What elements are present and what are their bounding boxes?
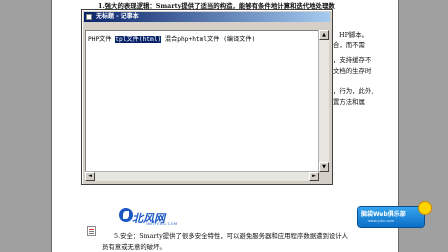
notepad-title: 无标题 - 记事本 xyxy=(96,13,139,20)
editor-text-mixed: 混合php+html文件 (编译文件) xyxy=(161,36,256,43)
doc-line-5: ，支持缓存不 xyxy=(333,56,372,64)
notepad-app-icon xyxy=(86,14,92,20)
notepad-titlebar[interactable]: 无标题 - 记事本 xyxy=(84,12,330,22)
web-club-badge: 脑袋Web俱乐部 www.ycku.com xyxy=(358,201,432,227)
doc-line-3: HP脚本。 xyxy=(339,31,369,39)
notepad-menubar xyxy=(84,22,330,29)
doc-line-9: 5.安全：Smarty提供了很多安全特性，可以避免服务器和应用程序数据遭到设计人 xyxy=(114,232,349,240)
beifeng-logo-icon xyxy=(119,208,133,222)
vertical-scrollbar[interactable]: ▲ ▼ xyxy=(318,30,329,172)
badge-url: www.ycku.com xyxy=(368,219,395,223)
scroll-up-icon[interactable]: ▲ xyxy=(319,30,329,40)
scroll-right-icon[interactable]: ► xyxy=(309,172,319,181)
doc-line-6: 文档的生存时 xyxy=(333,67,372,75)
editor-text-selected: tpl文件(html) xyxy=(115,36,162,43)
notepad-window[interactable]: 无标题 - 记事本 PHP文件 tpl文件(html) 混合php+html文件… xyxy=(81,9,333,185)
doc-line-10: 员有意或无意的破坏。 xyxy=(102,243,166,251)
editor-text-php: PHP文件 xyxy=(88,36,116,43)
doc-line-7: ，行为，此外, xyxy=(333,87,374,95)
scroll-left-icon[interactable]: ◄ xyxy=(85,172,95,181)
doc-icon xyxy=(87,226,96,236)
beifeng-logo-subtext: IBEIFENG.COM xyxy=(146,222,178,226)
badge-title: 脑袋Web俱乐部 xyxy=(361,211,406,218)
notepad-editor[interactable]: PHP文件 tpl文件(html) 混合php+html文件 (编译文件) xyxy=(85,30,319,172)
doc-line-8: 置方法和属 xyxy=(333,98,365,106)
horizontal-scrollbar[interactable]: ◄ ► xyxy=(85,171,319,181)
editor-text-line: PHP文件 tpl文件(html) 混合php+html文件 (编译文件) xyxy=(88,34,255,43)
doc-line-2: 合，而不需 xyxy=(333,41,365,49)
badge-mascot-icon xyxy=(418,201,432,215)
scroll-down-icon[interactable]: ▼ xyxy=(319,162,329,172)
